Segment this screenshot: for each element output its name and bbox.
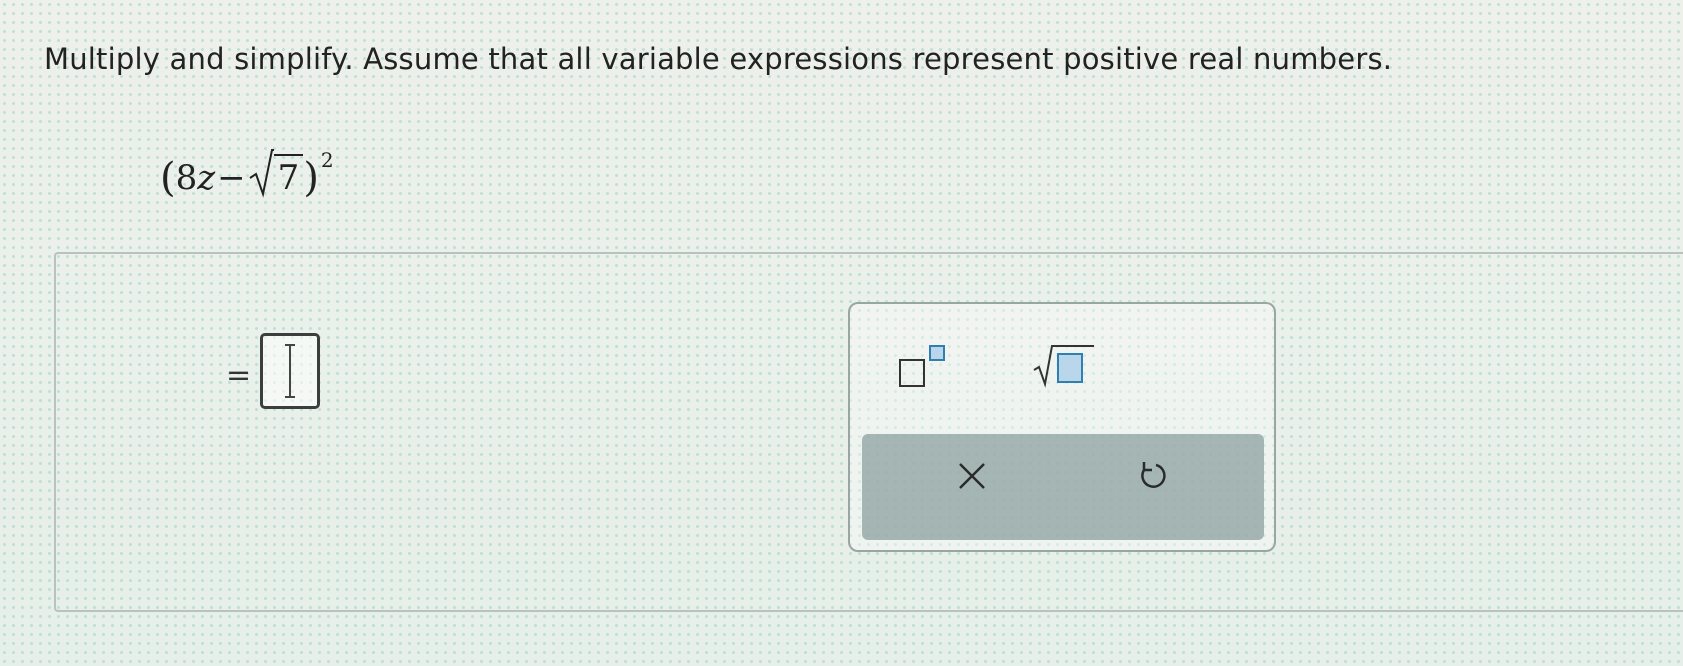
undo-button[interactable] bbox=[1112, 456, 1192, 516]
equals-sign: = bbox=[226, 358, 252, 393]
exponent: 2 bbox=[320, 148, 334, 172]
palette-action-bar bbox=[862, 434, 1264, 540]
close-paren: ) bbox=[303, 155, 319, 201]
exponent-template-icon bbox=[899, 345, 945, 387]
radicand: 7 bbox=[273, 154, 304, 198]
instruction-text: Multiply and simplify. Assume that all v… bbox=[44, 42, 1393, 76]
radical: 7 bbox=[248, 149, 304, 198]
problem-expression: (8z− 7) 2 bbox=[160, 148, 334, 201]
radical-sign-icon bbox=[249, 149, 274, 198]
close-icon bbox=[959, 463, 985, 489]
sqrt-template-button[interactable] bbox=[1030, 340, 1100, 392]
math-palette bbox=[848, 302, 1276, 552]
text-cursor bbox=[285, 344, 295, 398]
exponent-template-button[interactable] bbox=[896, 342, 966, 392]
sqrt-template-icon bbox=[1033, 345, 1094, 388]
clear-button[interactable] bbox=[932, 456, 1012, 516]
answer-input[interactable] bbox=[260, 333, 320, 409]
variable: z bbox=[197, 158, 216, 198]
coefficient: 8 bbox=[175, 158, 198, 198]
undo-icon bbox=[1141, 462, 1166, 488]
minus-operator: − bbox=[217, 158, 246, 198]
open-paren: ( bbox=[160, 155, 176, 201]
